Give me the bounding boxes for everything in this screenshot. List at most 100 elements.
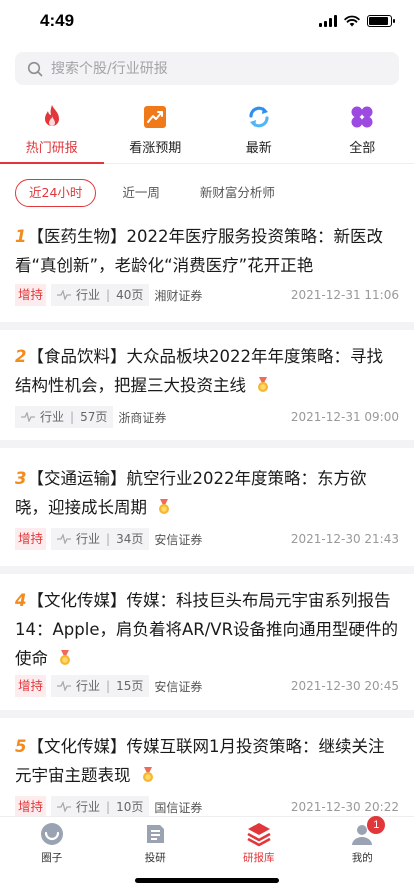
report-item[interactable]: 5【文化传媒】传媒互联网1月投资策略：继续关注元宇宙主题表现 增持 行业 | 1… bbox=[0, 732, 414, 818]
report-broker: 安信证券 bbox=[154, 679, 203, 694]
time-filters: 近24小时 近一周 新财富分析师 bbox=[15, 178, 301, 208]
report-date: 2021-12-30 20:45 bbox=[290, 679, 399, 693]
report-item[interactable]: 1【医药生物】2022年医疗服务投资策略：新医改看“真创新”，老龄化“消费医疗”… bbox=[0, 222, 414, 322]
report-pages: 34页 bbox=[116, 532, 144, 546]
rating-badge: 增持 bbox=[15, 675, 47, 697]
status-bar: 4:49 bbox=[0, 0, 414, 44]
battery-icon bbox=[367, 15, 395, 27]
report-type: 行业 bbox=[40, 410, 65, 424]
report-item[interactable]: 4【文化传媒】传媒：科技巨头布局元宇宙系列报告14：Apple，肩负着将AR/V… bbox=[0, 586, 414, 706]
trend-up-icon bbox=[142, 104, 168, 130]
report-broker: 浙商证券 bbox=[118, 410, 167, 425]
filter-new-fortune-analyst[interactable]: 新财富分析师 bbox=[186, 179, 289, 207]
category-latest[interactable]: 最新 bbox=[207, 100, 311, 163]
fire-icon bbox=[39, 104, 65, 130]
tab-research[interactable]: 投研 bbox=[104, 821, 208, 865]
report-pages: 40页 bbox=[116, 288, 144, 302]
category-label: 热门研报 bbox=[25, 141, 78, 156]
report-rank: 2 bbox=[15, 347, 27, 366]
active-tab-underline bbox=[0, 162, 104, 164]
layers-icon bbox=[246, 821, 272, 847]
medal-icon bbox=[58, 646, 72, 675]
report-date: 2021-12-31 11:06 bbox=[290, 288, 399, 302]
list-divider bbox=[0, 566, 414, 574]
user-icon: 1 bbox=[349, 816, 386, 847]
report-title-text: 【文化传媒】传媒互联网1月投资策略：继续关注元宇宙主题表现 bbox=[15, 737, 385, 785]
rating-badge: 增持 bbox=[15, 796, 47, 818]
tab-report-library[interactable]: 研报库 bbox=[207, 821, 311, 865]
report-meta: 增持 行业 | 34页 安信证券 2021-12-30 21:43 bbox=[15, 528, 399, 550]
report-rank: 1 bbox=[15, 227, 27, 246]
report-info-tag: 行业 | 40页 bbox=[51, 284, 150, 306]
wifi-icon bbox=[344, 15, 360, 27]
report-info-tag: 行业 | 34页 bbox=[51, 528, 150, 550]
report-title: 3【交通运输】航空行业2022年度策略：东方欲晓，迎接成长周期 bbox=[15, 464, 399, 524]
circle-face-icon bbox=[39, 821, 65, 847]
report-meta: 增持 行业 | 10页 国信证券 2021-12-30 20:22 bbox=[15, 796, 399, 818]
category-hot-reports[interactable]: 热门研报 bbox=[0, 100, 104, 164]
report-rank: 3 bbox=[15, 469, 27, 488]
bottom-tab-bar: 圈子 投研 研报库 1 我的 bbox=[0, 816, 414, 896]
report-type: 行业 bbox=[76, 288, 101, 302]
category-all[interactable]: 全部 bbox=[311, 100, 414, 163]
report-title: 2【食品饮料】大众品板块2022年年度策略：寻找结构性机会，把握三大投资主线 bbox=[15, 342, 399, 402]
report-broker: 国信证券 bbox=[154, 800, 203, 815]
report-pages: 15页 bbox=[116, 679, 144, 693]
cellular-signal-icon bbox=[319, 15, 337, 27]
pulse-icon bbox=[21, 412, 35, 422]
list-divider bbox=[0, 710, 414, 718]
medal-icon bbox=[141, 763, 155, 792]
list-divider bbox=[0, 322, 414, 330]
report-item[interactable]: 3【交通运输】航空行业2022年度策略：东方欲晓，迎接成长周期 增持 行业 | … bbox=[0, 464, 414, 564]
report-date: 2021-12-30 21:43 bbox=[290, 532, 399, 546]
report-title-text: 【医药生物】2022年医疗服务投资策略：新医改看“真创新”，老龄化“消费医疗”花… bbox=[15, 227, 383, 275]
report-title: 4【文化传媒】传媒：科技巨头布局元宇宙系列报告14：Apple，肩负着将AR/V… bbox=[15, 586, 399, 675]
pulse-icon bbox=[57, 534, 72, 544]
report-date: 2021-12-31 09:00 bbox=[290, 410, 399, 424]
category-label: 全部 bbox=[349, 141, 376, 156]
refresh-icon bbox=[246, 104, 272, 130]
grid-clover-icon bbox=[349, 104, 375, 130]
search-icon bbox=[27, 61, 43, 76]
report-meta: 行业 | 57页 浙商证券 2021-12-31 09:00 bbox=[15, 406, 399, 428]
report-item[interactable]: 2【食品饮料】大众品板块2022年年度策略：寻找结构性机会，把握三大投资主线 行… bbox=[0, 342, 414, 440]
report-type: 行业 bbox=[76, 679, 101, 693]
pulse-icon bbox=[57, 681, 72, 691]
search-input[interactable] bbox=[51, 60, 371, 77]
tab-circle[interactable]: 圈子 bbox=[0, 821, 104, 865]
category-nav: 热门研报 看涨预期 最新 全部 bbox=[0, 100, 414, 164]
report-meta: 增持 行业 | 15页 安信证券 2021-12-30 20:45 bbox=[15, 675, 399, 697]
report-type: 行业 bbox=[76, 532, 101, 546]
rating-badge: 增持 bbox=[15, 284, 47, 306]
report-rank: 4 bbox=[15, 591, 27, 610]
report-type: 行业 bbox=[76, 800, 101, 814]
report-rank: 5 bbox=[15, 737, 27, 756]
report-info-tag: 行业 | 15页 bbox=[51, 675, 150, 697]
report-title: 1【医药生物】2022年医疗服务投资策略：新医改看“真创新”，老龄化“消费医疗”… bbox=[15, 222, 399, 280]
report-broker: 安信证券 bbox=[154, 532, 203, 547]
document-icon bbox=[142, 821, 168, 847]
category-label: 看涨预期 bbox=[129, 141, 182, 156]
tab-label: 投研 bbox=[144, 852, 166, 864]
home-indicator bbox=[135, 878, 279, 883]
category-label: 最新 bbox=[245, 141, 272, 156]
tab-label: 圈子 bbox=[41, 852, 63, 864]
notification-badge: 1 bbox=[367, 816, 386, 834]
report-title-text: 【食品饮料】大众品板块2022年年度策略：寻找结构性机会，把握三大投资主线 bbox=[15, 347, 383, 395]
status-icons bbox=[319, 15, 395, 27]
filter-week[interactable]: 近一周 bbox=[108, 179, 174, 207]
medal-icon bbox=[157, 495, 171, 524]
filter-24h[interactable]: 近24小时 bbox=[15, 179, 97, 207]
report-meta: 增持 行业 | 40页 湘财证券 2021-12-31 11:06 bbox=[15, 284, 399, 306]
tab-me[interactable]: 1 我的 bbox=[311, 816, 414, 865]
tab-label: 我的 bbox=[351, 852, 373, 864]
status-time: 4:49 bbox=[40, 11, 75, 30]
category-bullish-expectation[interactable]: 看涨预期 bbox=[104, 100, 208, 163]
report-title-text: 【文化传媒】传媒：科技巨头布局元宇宙系列报告14：Apple，肩负着将AR/VR… bbox=[15, 591, 399, 668]
report-title-text: 【交通运输】航空行业2022年度策略：东方欲晓，迎接成长周期 bbox=[15, 469, 367, 517]
pulse-icon bbox=[57, 290, 72, 300]
medal-icon bbox=[256, 373, 270, 402]
search-bar[interactable] bbox=[15, 52, 399, 85]
rating-badge: 增持 bbox=[15, 528, 47, 550]
report-info-tag: 行业 | 57页 bbox=[15, 406, 114, 428]
